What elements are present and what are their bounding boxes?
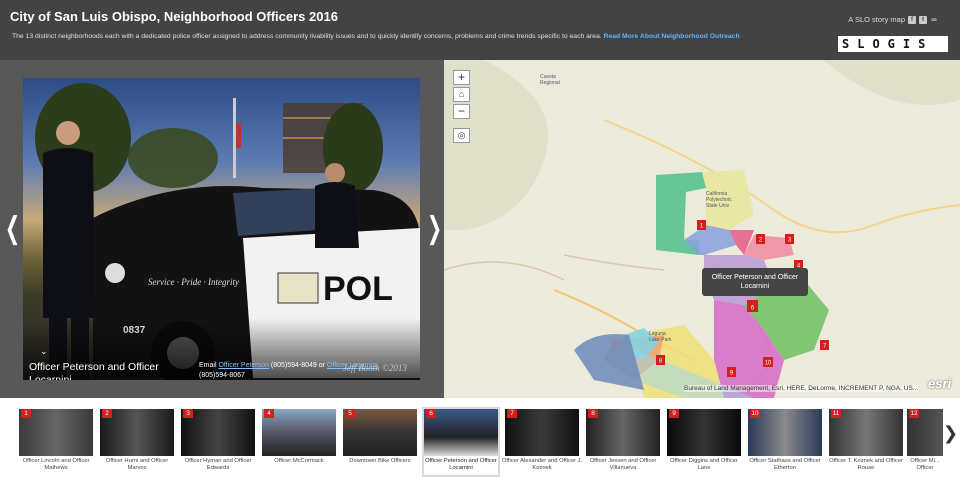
thumbnail-5[interactable]: 5 Downtown Bike Officers [343,409,417,475]
svg-text:Lake Park: Lake Park [649,337,672,343]
map-canvas: Cuesta Regional California Polytechnic S… [444,60,960,398]
thumbnail-label: Officer Lincoln and Officer Mathews [22,458,90,471]
thumbnail-label: Officer Jessen and Officer Villanueva [589,458,657,471]
email-officer1-link[interactable]: Officer Peterson [218,362,268,369]
svg-text:State Univ: State Univ [706,203,730,209]
email-prefix: Email [199,362,217,369]
svg-text:Regional: Regional [540,80,560,86]
photo-caption: Officer Peterson and Officer Locarnini [29,361,159,380]
thumbnail-12[interactable]: 12 Officer Mi... Officer [907,409,943,475]
thumbnail-strip: 1 Officer Lincoln and Officer Mathews 2 … [0,398,960,477]
thumbnail-number: 12 [909,409,919,418]
phone1: (805)594-8049 or [270,362,325,369]
thumbnail-number: 5 [345,409,355,418]
thumbnail-3[interactable]: 3 Officer Hyman and Officer Edwards [181,409,255,475]
thumbnail-number: 8 [588,409,598,418]
chevron-down-icon[interactable]: ⌄ [40,346,48,357]
phone2: (805)594-8067 [199,372,245,379]
locate-button[interactable]: ◎ [453,128,470,143]
car-motto: Service · Pride · Integrity [148,277,239,287]
thumbnail-number: 2 [102,409,112,418]
prev-arrow-icon[interactable]: ❮ [5,214,20,244]
thumbnail-label: Officer Mi... Officer [910,458,940,471]
svg-text:POL: POL [323,270,393,308]
thumbnail-number: 11 [831,409,841,418]
map-view[interactable]: Cuesta Regional California Polytechnic S… [444,60,960,398]
thumbnail-1[interactable]: 1 Officer Lincoln and Officer Mathews [19,409,93,475]
thumbnail-10[interactable]: 10 Officer Stathaos and Officer Etherton [748,409,822,475]
twitter-icon[interactable]: t [919,15,927,24]
thumbnail-label: Officer Hurni and Officer Marvos [105,458,169,471]
thumbnail-number: 7 [507,409,517,418]
thumbnail-label: Officer Peterson and Officer Locarnini [425,458,497,471]
thumbnail-8[interactable]: 8 Officer Jessen and Officer Villanueva [586,409,660,475]
story-map-label: A SLO story map [848,15,905,24]
story-map-share: A SLO story map f t ∞ [848,15,938,24]
home-button[interactable]: ⌂ [453,87,470,102]
thumbnail-number: 1 [21,409,31,418]
map-marker-label[interactable]: 10 [765,361,772,367]
thumbnail-label: Officer Hyman and Officer Edwards [184,458,252,471]
zoom-in-button[interactable]: + [453,70,470,85]
thumbnail-7[interactable]: 7 Officer Alexander and Officer J. Kozne… [502,409,582,475]
page-title: City of San Luis Obispo, Neighborhood Of… [10,9,338,24]
chevron-right-icon[interactable]: ❯ [943,423,958,444]
thumbnail-label: Officer Alexander and Officer J. Koznek [501,458,583,471]
subtitle-text: The 13 distinct neighborhoods each with … [12,33,602,40]
thumbnail-label: Officer Stathaos and Officer Etherton [749,458,821,471]
thumbnail-number: 4 [264,409,274,418]
officer-photo: POL Service · Pride · Integrity 0837 ⌄ O… [23,78,420,380]
thumbnail-6[interactable]: 6 Officer Peterson and Officer Locarnini [422,407,500,477]
zoom-out-button[interactable]: − [453,104,470,119]
read-more-link[interactable]: Read More About Neighborhood Outreach [604,33,740,40]
thumbnail-4[interactable]: 4 Officer McCormack [262,409,336,475]
facebook-icon[interactable]: f [908,15,916,24]
thumbnail-label: Officer Diggins and Officer Lane [670,458,738,471]
thumbnail-9[interactable]: 9 Officer Diggins and Officer Lane [667,409,741,475]
thumbnail-11[interactable]: 11 Officer T. Koznek and Officer Rouse [829,409,903,475]
thumbnail-label: Officer McCormack [274,458,324,464]
link-icon[interactable]: ∞ [930,15,938,24]
media-panel: POL Service · Pride · Integrity 0837 ⌄ O… [0,60,444,398]
page-subtitle: The 13 distinct neighborhoods each with … [12,33,740,40]
thumbnail-label: Downtown Bike Officers [349,458,411,464]
map-attribution: Bureau of Land Management, Esri, HERE, D… [684,385,919,392]
next-arrow-icon[interactable]: ❯ [427,214,442,244]
header-bar: City of San Luis Obispo, Neighborhood Of… [0,0,960,60]
thumbnail-number: 10 [750,409,760,418]
esri-logo: esri [928,376,952,391]
thumbnail-number: 3 [183,409,193,418]
photo-watermark: Jeff Booth ©2013 [343,363,407,373]
slogis-logo: SLOGIS [838,36,948,52]
thumbnail-2[interactable]: 2 Officer Hurni and Officer Marvos [100,409,174,475]
thumbnail-number: 9 [669,409,679,418]
thumbnail-number: 6 [426,409,436,418]
thumbnail-label: Officer T. Koznek and Officer Rouse [829,458,903,471]
map-tooltip: Officer Peterson and Officer Locarnini [702,268,808,296]
